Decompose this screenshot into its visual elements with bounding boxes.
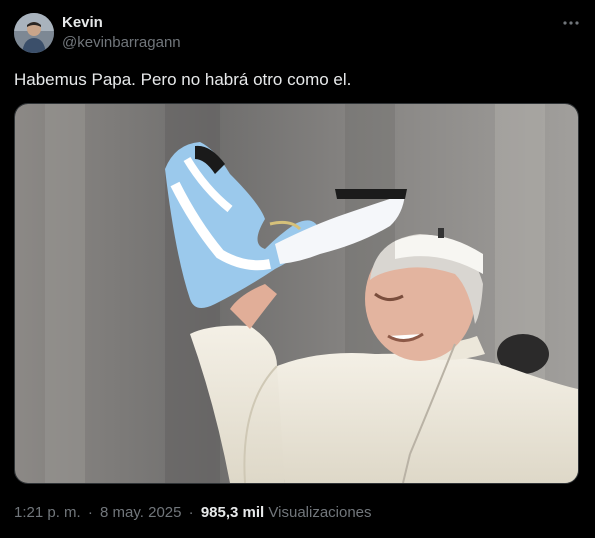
more-icon: [563, 21, 579, 25]
photo-pope-waving-argentina-scarf-icon: [15, 104, 578, 483]
views-count: 985,3 mil: [200, 504, 265, 521]
avatar-image: [14, 13, 54, 53]
author-handle[interactable]: @kevinbarragann: [62, 33, 181, 52]
tweet-text: Habemus Papa. Pero no habrá otro como el…: [14, 70, 352, 89]
tweet-metadata: 1:21 p. m. · 8 may. 2025 · 985,3 mil Vis…: [14, 503, 372, 522]
more-options-button[interactable]: [558, 12, 584, 34]
author-display-name[interactable]: Kevin: [62, 13, 181, 32]
tweet-date[interactable]: 8 may. 2025: [100, 504, 181, 521]
views-label: Visualizaciones: [268, 504, 372, 521]
tweet-card: Kevin @kevinbarragann Habemus Papa. Pero…: [0, 0, 595, 538]
avatar[interactable]: [14, 13, 54, 53]
tweet-media-photo[interactable]: [14, 103, 579, 484]
author-info: Kevin @kevinbarragann: [62, 13, 181, 52]
meta-separator: ·: [188, 504, 194, 521]
tweet-time[interactable]: 1:21 p. m.: [14, 504, 81, 521]
meta-separator: ·: [87, 504, 93, 521]
